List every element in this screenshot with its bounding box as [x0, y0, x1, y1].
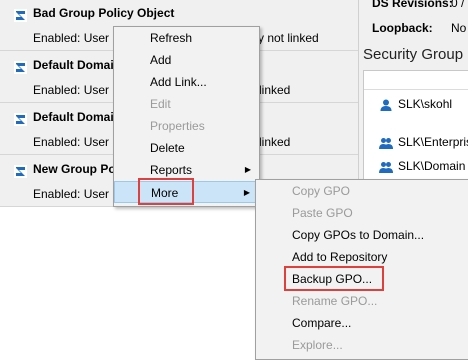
submenu-item-rename-gpo[interactable]: Rename GPO...	[256, 290, 468, 312]
gpo-name: Default Domai	[33, 110, 114, 124]
submenu-item-copy-gpos-to-domain[interactable]: Copy GPOs to Domain...	[256, 224, 468, 246]
group-icon	[379, 137, 393, 149]
menu-item-label: Rename GPO...	[292, 294, 378, 308]
menu-item-edit[interactable]: Edit	[114, 93, 259, 115]
gpo-name: Default Domai	[33, 58, 114, 72]
loopback-value: No	[451, 21, 467, 35]
group-icon	[379, 161, 393, 173]
gpo-icon	[14, 113, 27, 126]
gpo-icon	[14, 9, 27, 22]
gpo-enabled-status: Enabled: User	[33, 135, 110, 149]
menu-item-label: Refresh	[150, 31, 193, 45]
submenu-item-compare[interactable]: Compare...	[256, 312, 468, 334]
security-group-row-label: SLK\Domain A	[398, 159, 468, 173]
menu-item-label: More	[151, 186, 179, 200]
menu-item-label: Reports	[150, 163, 193, 177]
gpo-link-status: linked	[259, 83, 291, 97]
user-icon	[380, 99, 392, 111]
security-group-row-label: SLK\skohl	[398, 97, 453, 111]
security-group-title: Security Group	[363, 46, 464, 63]
security-group-row-label: SLK\Enterpris	[398, 135, 468, 149]
ds-revisions-label: DS Revisions:	[372, 0, 453, 10]
menu-item-label: Add	[150, 53, 172, 67]
more-submenu: Copy GPO Paste GPO Copy GPOs to Domain..…	[255, 179, 468, 360]
menu-item-more[interactable]: More ▶	[114, 181, 259, 203]
gpo-enabled-status: Enabled: User	[33, 31, 110, 45]
menu-item-label: Backup GPO...	[292, 272, 373, 286]
security-group-row[interactable]: SLK\Domain A	[379, 159, 468, 173]
menu-item-reports[interactable]: Reports ▶	[114, 159, 259, 181]
gpo-icon	[14, 61, 27, 74]
menu-item-label: Copy GPOs to Domain...	[292, 228, 425, 242]
menu-item-label: Properties	[150, 119, 205, 133]
gpo-icon	[14, 165, 27, 178]
menu-item-refresh[interactable]: Refresh	[114, 27, 259, 49]
menu-item-add-link[interactable]: Add Link...	[114, 71, 259, 93]
menu-item-label: Explore...	[292, 338, 343, 352]
menu-item-label: Delete	[150, 141, 185, 155]
menu-item-label: Add Link...	[150, 75, 207, 89]
menu-item-label: Add to Repository	[292, 250, 388, 264]
loopback-label: Loopback:	[372, 21, 433, 35]
submenu-item-copy-gpo[interactable]: Copy GPO	[256, 180, 468, 202]
submenu-item-explore[interactable]: Explore...	[256, 334, 468, 356]
menu-item-label: Paste GPO	[292, 206, 353, 220]
gpo-link-status: y not linked	[258, 31, 319, 45]
menu-item-delete[interactable]: Delete	[114, 137, 259, 159]
menu-item-add[interactable]: Add	[114, 49, 259, 71]
submenu-arrow-icon: ▶	[244, 165, 251, 174]
gpo-link-status: linked	[259, 135, 291, 149]
gpo-enabled-status: Enabled: User	[33, 83, 110, 97]
submenu-arrow-icon: ▶	[243, 188, 250, 197]
gpo-name: Bad Group Policy Object	[33, 6, 175, 20]
context-menu: Refresh Add Add Link... Edit Properties …	[113, 26, 260, 207]
menu-item-label: Compare...	[292, 316, 352, 330]
menu-item-properties[interactable]: Properties	[114, 115, 259, 137]
menu-item-label: Copy GPO	[292, 184, 351, 198]
security-group-row[interactable]: SLK\Enterpris	[379, 135, 468, 149]
ds-revisions-value: 0 / 0	[451, 0, 468, 10]
submenu-item-add-to-repository[interactable]: Add to Repository	[256, 246, 468, 268]
submenu-item-backup-gpo[interactable]: Backup GPO...	[256, 268, 468, 290]
security-group-list[interactable]: SLK\skohl SLK\Enterpris SLK\Domain A	[363, 70, 468, 182]
menu-item-label: Edit	[150, 97, 171, 111]
security-group-header	[364, 71, 468, 90]
submenu-item-paste-gpo[interactable]: Paste GPO	[256, 202, 468, 224]
gpo-enabled-status: Enabled: User	[33, 187, 110, 201]
security-group-row[interactable]: SLK\skohl	[379, 97, 452, 111]
gpo-name: New Group Po	[33, 162, 116, 176]
